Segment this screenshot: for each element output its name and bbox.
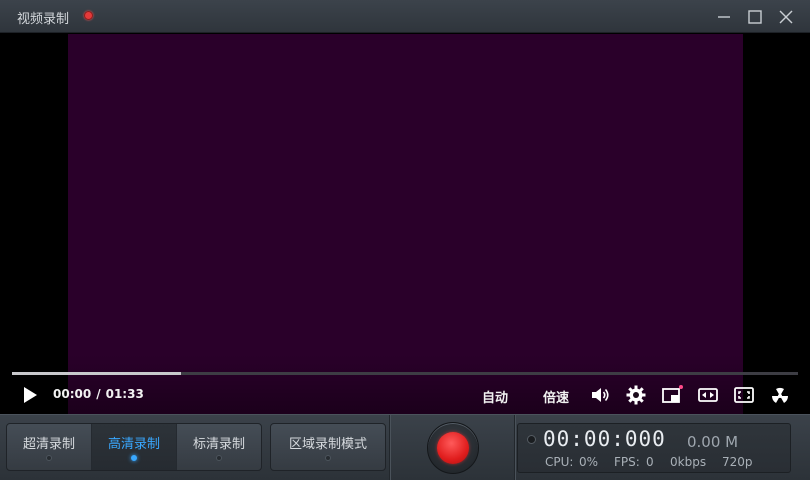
record-button[interactable] [427, 422, 479, 474]
widescreen-button[interactable] [697, 384, 719, 406]
mode-label: 超清录制 [22, 437, 75, 452]
volume-icon [592, 388, 609, 402]
mode-ultra-hd-button[interactable]: 超清录制 [7, 424, 92, 470]
window-title: 视频录制 [17, 12, 70, 27]
region-mode-label: 区域录制模式 [288, 437, 367, 452]
play-button[interactable] [20, 385, 40, 405]
time-separator: / [96, 387, 101, 401]
radiation-icon [771, 387, 789, 403]
quality-mode-group: 超清录制 高清录制 标清录制 [6, 423, 262, 471]
widescreen-icon [698, 388, 718, 402]
current-time: 00:00 [53, 387, 92, 401]
record-icon [437, 432, 469, 464]
volume-button[interactable] [589, 384, 611, 406]
cpu-label: CPU: [545, 455, 574, 469]
maximize-button[interactable] [744, 6, 766, 28]
time-display: 00:00 / 01:33 [53, 387, 144, 401]
maximize-icon [748, 10, 762, 24]
play-icon [24, 387, 37, 403]
status-led-icon [527, 435, 536, 444]
panel-divider [389, 415, 390, 480]
playback-speed-button[interactable]: 倍速 [543, 387, 569, 406]
fps-value: 0 [646, 455, 654, 469]
effects-button[interactable] [769, 384, 791, 406]
mode-indicator-dot [131, 455, 137, 461]
fullscreen-button[interactable] [733, 384, 755, 406]
picture-in-picture-button[interactable] [661, 384, 683, 406]
progress-fill [12, 372, 181, 375]
total-time: 01:33 [105, 387, 144, 401]
panel-divider [514, 415, 515, 480]
control-panel: 超清录制 高清录制 标清录制 区域录制模式 00:00:000 0.00 M C… [0, 414, 810, 480]
video-preview[interactable]: 00:00 / 01:33 自动 倍速 [0, 34, 810, 414]
title-bar: 视频录制 [0, 0, 810, 33]
recording-indicator-icon [84, 11, 93, 20]
bitrate: 0kbps [670, 455, 707, 469]
close-icon [779, 10, 793, 24]
mode-indicator-dot [216, 455, 222, 461]
mode-label: 高清录制 [107, 437, 160, 452]
file-size: 0.00 M [687, 433, 739, 451]
region-indicator-dot [325, 455, 331, 461]
minimize-button[interactable] [713, 6, 735, 28]
settings-button[interactable] [625, 384, 647, 406]
fullscreen-icon [734, 387, 754, 403]
region-record-mode-button[interactable]: 区域录制模式 [270, 423, 386, 471]
record-timer: 00:00:000 [543, 427, 666, 451]
mode-hd-button[interactable]: 高清录制 [92, 424, 177, 470]
mode-indicator-dot [46, 455, 52, 461]
mode-label: 标清录制 [192, 437, 245, 452]
close-button[interactable] [775, 6, 797, 28]
recording-stats-panel: 00:00:000 0.00 M CPU: 0% FPS: 0 0kbps 72… [517, 423, 791, 473]
minimize-icon [718, 16, 730, 18]
fps-label: FPS: [614, 455, 640, 469]
controls-overlay [0, 354, 810, 414]
settings-icon [626, 385, 646, 405]
mode-sd-button[interactable]: 标清录制 [177, 424, 261, 470]
pip-icon [662, 385, 683, 403]
cpu-value: 0% [579, 455, 599, 469]
progress-bar[interactable] [12, 372, 798, 375]
resolution: 720p [722, 455, 753, 469]
auto-quality-button[interactable]: 自动 [482, 387, 508, 406]
